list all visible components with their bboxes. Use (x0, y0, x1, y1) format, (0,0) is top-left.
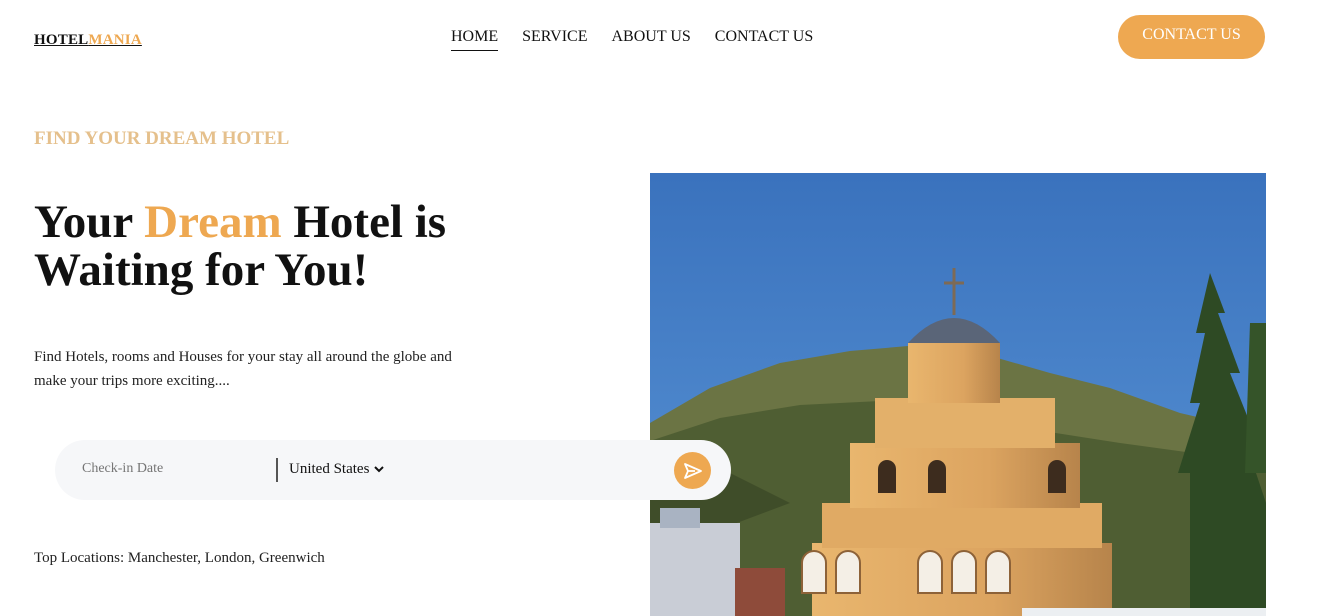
headline-text-start: Your (34, 196, 145, 248)
main-nav: HOME SERVICE ABOUT US CONTACT US (451, 28, 813, 51)
hero-description: Find Hotels, rooms and Houses for your s… (34, 349, 452, 389)
logo-part-mania: MANIA (88, 32, 142, 48)
search-bar: United States (55, 440, 731, 500)
top-locations: Top Locations: Manchester, London, Green… (34, 550, 325, 566)
hero-image (650, 173, 1266, 616)
hero-eyebrow: FIND YOUR DREAM HOTEL (34, 128, 290, 149)
nav-home[interactable]: HOME (451, 28, 499, 51)
hero-headline: Your Dream Hotel is Waiting for You! (34, 198, 446, 294)
send-icon (683, 462, 702, 479)
headline-text-end: Hotel is (281, 196, 447, 248)
nav-service[interactable]: SERVICE (522, 28, 587, 51)
country-select-value: United States (289, 461, 370, 477)
contact-us-button[interactable]: CONTACT US (1118, 15, 1265, 59)
headline-line-2: Waiting for You! (34, 244, 369, 296)
search-submit-button[interactable] (674, 452, 711, 489)
logo-part-hotel: HOTEL (34, 32, 89, 48)
chevron-down-icon (374, 466, 385, 473)
country-select[interactable]: United States (289, 461, 385, 478)
search-divider (276, 458, 278, 482)
checkin-date-input[interactable] (82, 461, 262, 477)
logo[interactable]: HOTELMANIA (34, 32, 142, 49)
nav-about-us[interactable]: ABOUT US (612, 28, 691, 51)
nav-contact-us[interactable]: CONTACT US (715, 28, 813, 51)
headline-highlight: Dream (144, 196, 282, 248)
